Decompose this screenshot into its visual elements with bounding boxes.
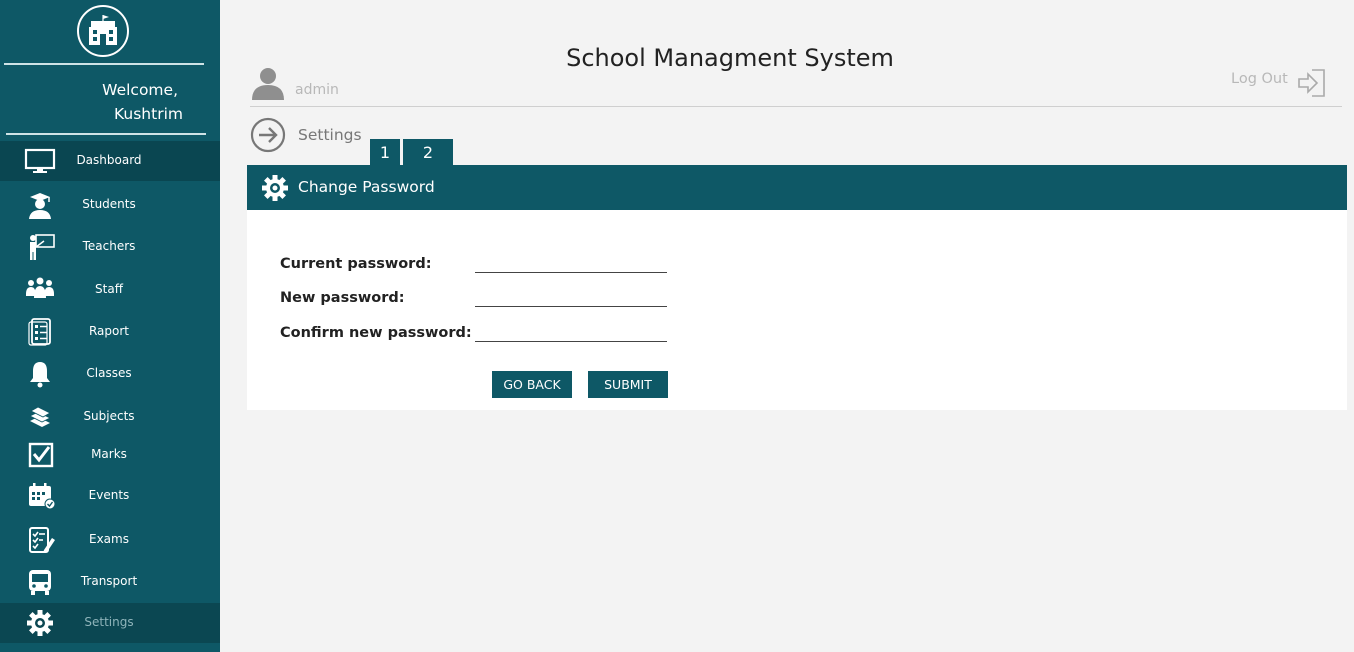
go-back-button[interactable]: GO BACK (492, 371, 572, 398)
confirm-password-field[interactable] (475, 321, 667, 342)
tab-2[interactable]: 2 (403, 139, 453, 165)
user-avatar-icon (252, 68, 284, 100)
sidebar-item-classes[interactable]: Classes (0, 354, 220, 394)
panel-header: Change Password (247, 165, 1347, 210)
current-password-label: Current password: (280, 256, 432, 272)
sidebar-divider (4, 63, 204, 65)
sidebar-item-label: Settings (84, 615, 134, 629)
group-icon (26, 277, 54, 298)
sidebar-item-transport[interactable]: Transport (0, 562, 220, 602)
sidebar-item-label: Transport (80, 574, 138, 588)
exam-checklist-icon (29, 527, 55, 553)
submit-button[interactable]: SUBMIT (588, 371, 668, 398)
current-password-field[interactable] (475, 252, 667, 273)
sidebar-item-label: Classes (86, 366, 132, 380)
current-username: admin (295, 82, 339, 98)
sidebar-item-settings[interactable]: Settings (0, 603, 220, 643)
bus-icon (29, 570, 51, 595)
graduate-icon (29, 193, 51, 219)
sidebar-item-exams[interactable]: Exams (0, 520, 220, 560)
school-logo-icon (77, 5, 129, 57)
tab-1[interactable]: 1 (370, 139, 400, 165)
teacher-board-icon (30, 234, 55, 260)
sidebar-item-teachers[interactable]: Teachers (0, 227, 220, 267)
confirm-password-label: Confirm new password: (280, 325, 472, 341)
calendar-check-icon (29, 483, 56, 510)
header-divider (250, 106, 1342, 107)
sidebar-divider (6, 133, 206, 135)
bell-icon (30, 362, 50, 388)
gear-icon (262, 175, 288, 201)
sidebar-item-label: Raport (88, 324, 130, 338)
panel-title: Change Password (298, 178, 435, 196)
welcome-username: Kushtrim (114, 105, 183, 123)
sidebar-item-raport[interactable]: Raport (0, 312, 220, 352)
arrow-right-circle-icon (250, 117, 286, 153)
sidebar-item-label: Dashboard (76, 153, 142, 167)
new-password-label: New password: (280, 290, 405, 306)
new-password-field[interactable] (475, 286, 667, 307)
logout-link[interactable]: Log Out (1231, 71, 1288, 87)
app-title: School Managment System (566, 44, 894, 72)
sidebar-item-label: Students (82, 197, 136, 211)
sidebar-item-label: Events (88, 488, 130, 502)
sidebar-item-label: Staff (95, 282, 123, 296)
sidebar-item-label: Marks (91, 447, 127, 461)
sidebar-item-events[interactable]: Events (0, 476, 220, 516)
gear-icon (27, 610, 53, 636)
change-password-form: Current password: New password: Confirm … (247, 210, 1347, 410)
books-icon (29, 406, 51, 427)
logout-icon[interactable] (1296, 66, 1330, 100)
sidebar-item-staff[interactable]: Staff (0, 270, 220, 310)
report-document-icon (28, 318, 51, 346)
breadcrumb: Settings (298, 126, 362, 144)
sidebar: Welcome, Kushtrim Dashboard Students Tea… (0, 0, 220, 652)
welcome-greeting: Welcome, (102, 81, 178, 99)
sidebar-item-label: Teachers (82, 239, 136, 253)
sidebar-item-subjects[interactable]: Subjects (0, 397, 220, 437)
monitor-icon (24, 148, 56, 173)
sidebar-item-marks[interactable]: Marks (0, 435, 220, 475)
sidebar-item-label: Exams (89, 532, 129, 546)
checkbox-icon (28, 442, 54, 468)
sidebar-item-students[interactable]: Students (0, 185, 220, 225)
sidebar-item-dashboard[interactable]: Dashboard (0, 141, 220, 181)
sidebar-item-label: Subjects (83, 409, 135, 423)
